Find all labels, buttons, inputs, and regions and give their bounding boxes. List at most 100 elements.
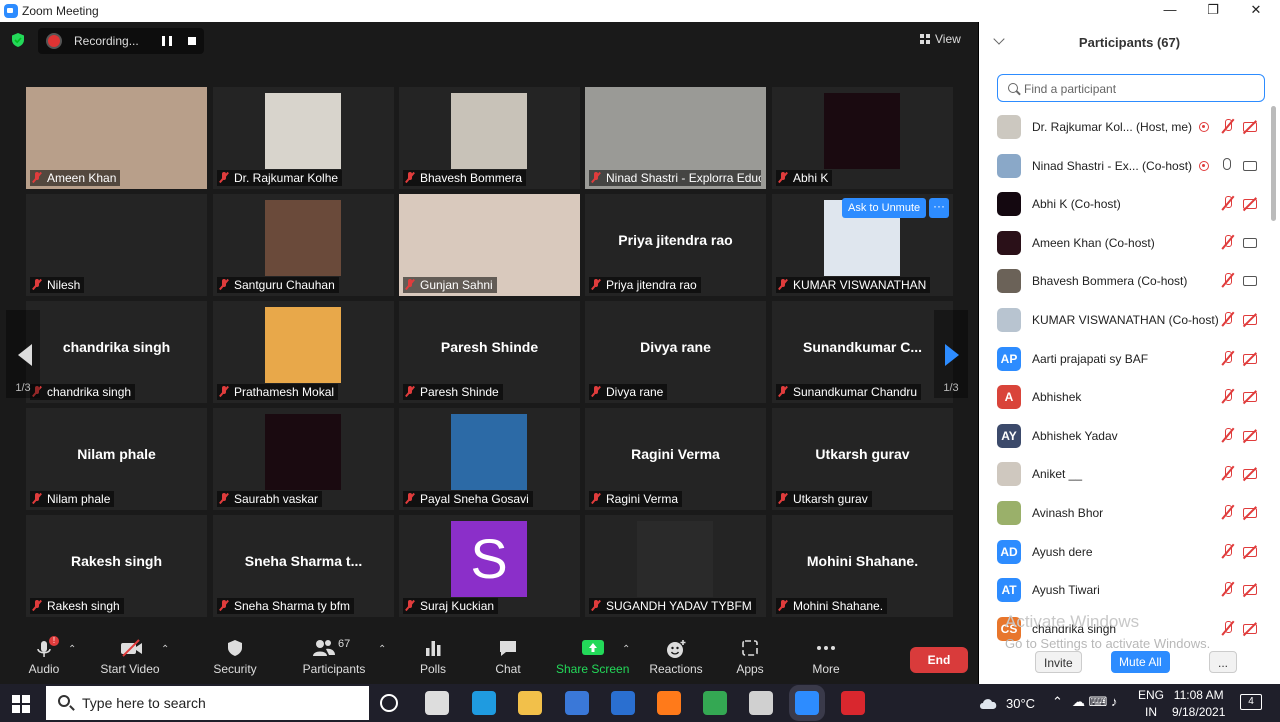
invite-button[interactable]: Invite	[1035, 651, 1082, 673]
camera-icon[interactable]	[1243, 160, 1257, 171]
muted-mic-icon[interactable]	[1222, 427, 1234, 444]
muted-mic-icon[interactable]	[1222, 620, 1234, 637]
notification-center-icon[interactable]: 4	[1240, 694, 1262, 710]
more-options-button[interactable]: ...	[1209, 651, 1238, 673]
windows-start-icon[interactable]	[12, 695, 30, 713]
restore-button[interactable]: ❐	[1199, 2, 1227, 20]
video-tile[interactable]: Ameen Khan	[26, 87, 207, 189]
participant-row[interactable]: A Abhishek	[979, 378, 1269, 416]
video-tile[interactable]: Dr. Rajkumar Kolhe	[213, 87, 394, 189]
video-tile[interactable]: Sunandkumar C... Sunandkumar Chandru	[772, 301, 953, 403]
camera-icon[interactable]	[1243, 237, 1257, 248]
participant-list-scrollbar[interactable]	[1271, 106, 1276, 221]
end-meeting-button[interactable]: End	[910, 647, 968, 673]
audio-options-caret[interactable]: ⌃	[68, 644, 76, 655]
mute-all-button[interactable]: Mute All	[1111, 651, 1170, 673]
video-tile[interactable]: chandrika singh chandrika singh	[26, 301, 207, 403]
ask-to-unmute-button[interactable]: Ask to Unmute	[842, 198, 927, 218]
clock[interactable]: 11:08 AM 9/18/2021	[1172, 688, 1225, 719]
muted-mic-icon[interactable]	[1222, 466, 1234, 482]
camera-off-icon[interactable]	[1243, 199, 1257, 210]
encryption-shield-icon[interactable]	[10, 32, 26, 48]
muted-mic-icon[interactable]	[1222, 505, 1234, 521]
reactions-button[interactable]: Reactions	[648, 638, 704, 676]
taskbar-search-input[interactable]	[82, 694, 352, 712]
camera-off-icon[interactable]	[1243, 122, 1257, 132]
muted-mic-icon[interactable]	[1222, 196, 1234, 212]
participant-row[interactable]: Abhi K (Co-host)	[979, 185, 1269, 223]
video-tile[interactable]: Payal Sneha Gosavi	[399, 408, 580, 510]
camera-off-icon[interactable]	[1243, 623, 1257, 634]
camera-off-icon[interactable]	[1243, 469, 1257, 480]
camera-off-icon[interactable]	[1243, 546, 1257, 557]
microphone-icon[interactable]	[1223, 157, 1231, 170]
chat-button[interactable]: Chat	[490, 638, 526, 676]
video-tile[interactable]: Ninad Shastri - Explorra Educ...	[585, 87, 766, 189]
participant-row[interactable]: AP Aarti prajapati sy BAF	[979, 340, 1269, 378]
chrome-icon[interactable]	[703, 691, 727, 715]
video-tile[interactable]: Gunjan Sahni	[399, 194, 580, 296]
muted-mic-icon[interactable]	[1222, 389, 1234, 405]
participant-search[interactable]	[997, 74, 1265, 102]
polls-button[interactable]: Polls	[414, 638, 452, 676]
camera-off-icon[interactable]	[1243, 430, 1257, 441]
video-tile[interactable]: Priya jitendra rao Priya jitendra rao	[585, 194, 766, 296]
zoom-icon[interactable]	[795, 691, 819, 715]
video-tile[interactable]: Prathamesh Mokal	[213, 301, 394, 403]
share-screen-button[interactable]: Share Screen	[556, 638, 629, 676]
next-page-button[interactable]: 1/3	[934, 310, 968, 398]
camera-off-icon[interactable]	[1243, 353, 1257, 364]
camera-off-icon[interactable]	[1243, 508, 1257, 518]
store-icon[interactable]	[565, 691, 589, 715]
muted-mic-icon[interactable]	[1222, 350, 1234, 367]
wps-icon[interactable]	[841, 691, 865, 715]
view-button[interactable]: View	[920, 32, 961, 46]
participant-row[interactable]: Dr. Rajkumar Kol... (Host, me)	[979, 108, 1269, 146]
tray-system-icons[interactable]: ☁ ⌨ ♪	[1072, 694, 1118, 710]
muted-mic-icon[interactable]	[1222, 312, 1234, 328]
video-options-caret[interactable]: ⌃	[161, 644, 169, 655]
muted-mic-icon[interactable]	[1222, 234, 1234, 251]
firefox-icon[interactable]	[657, 691, 681, 715]
video-tile[interactable]: Paresh Shinde Paresh Shinde	[399, 301, 580, 403]
file-explorer-icon[interactable]	[518, 691, 542, 715]
taskbar-search[interactable]	[46, 686, 369, 720]
camera-off-icon[interactable]	[1243, 315, 1257, 325]
more-button[interactable]: More	[808, 638, 844, 676]
weather-temperature[interactable]: 30°C	[1006, 696, 1035, 711]
participant-row[interactable]: AD Ayush dere	[979, 533, 1269, 571]
participant-row[interactable]: AT Ayush Tiwari	[979, 571, 1269, 609]
share-options-caret[interactable]: ⌃	[622, 644, 630, 655]
video-tile[interactable]: S Suraj Kuckian	[399, 515, 580, 617]
video-tile[interactable]: Santguru Chauhan	[213, 194, 394, 296]
participant-row[interactable]: KUMAR VISWANATHAN (Co-host)	[979, 301, 1269, 339]
participant-row[interactable]: Bhavesh Bommera (Co-host)	[979, 262, 1269, 300]
camera-off-icon[interactable]	[1243, 392, 1257, 403]
video-tile[interactable]: SUGANDH YADAV TYBFM	[585, 515, 766, 617]
video-tile[interactable]: Bhavesh Bommera	[399, 87, 580, 189]
video-tile[interactable]: Sneha Sharma t... Sneha Sharma ty bfm	[213, 515, 394, 617]
participant-row[interactable]: Ameen Khan (Co-host)	[979, 224, 1269, 262]
participant-row[interactable]: Avinash Bhor	[979, 494, 1269, 532]
video-tile[interactable]: Utkarsh gurav Utkarsh gurav	[772, 408, 953, 510]
photos-icon[interactable]	[749, 691, 773, 715]
edge-icon[interactable]	[472, 691, 496, 715]
video-tile[interactable]: Mohini Shahane. Mohini Shahane.	[772, 515, 953, 617]
video-tile[interactable]: Nilam phale Nilam phale	[26, 408, 207, 510]
widgets-icon[interactable]	[425, 691, 449, 715]
video-tile[interactable]: Abhi K	[772, 87, 953, 189]
participant-row[interactable]: AY Abhishek Yadav	[979, 417, 1269, 455]
camera-icon[interactable]	[1243, 276, 1257, 287]
task-view-icon[interactable]	[380, 694, 398, 712]
muted-mic-icon[interactable]	[1222, 543, 1234, 560]
participant-search-input[interactable]	[1024, 80, 1254, 98]
security-button[interactable]: Security	[210, 638, 260, 676]
camera-off-icon[interactable]	[1243, 585, 1257, 596]
muted-mic-icon[interactable]	[1222, 582, 1234, 598]
apps-button[interactable]: Apps	[732, 638, 768, 676]
video-tile[interactable]: Ragini Verma Ragini Verma	[585, 408, 766, 510]
start-video-button[interactable]: Start Video	[100, 638, 160, 676]
participants-options-caret[interactable]: ⌃	[378, 644, 386, 655]
mail-icon[interactable]	[611, 691, 635, 715]
minimize-button[interactable]: —	[1156, 2, 1184, 20]
